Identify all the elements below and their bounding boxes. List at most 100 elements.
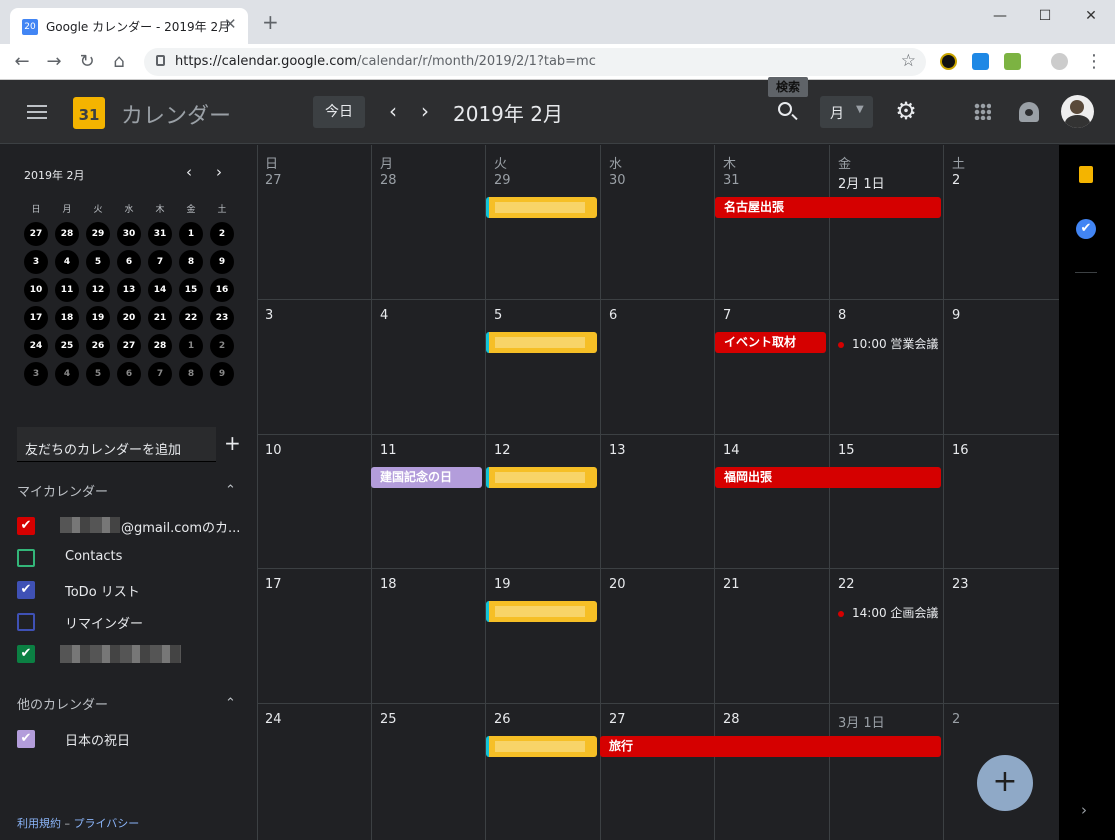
mini-day[interactable]: 4 [55,250,79,274]
day-number[interactable]: 20 [609,577,626,592]
day-number[interactable]: 24 [265,712,282,727]
event-holiday[interactable]: 建国記念の日 [371,467,482,488]
mini-day[interactable]: 21 [148,306,172,330]
day-number[interactable]: 4 [380,308,388,323]
mini-day[interactable]: 6 [117,362,141,386]
extension-evernote-icon[interactable] [1004,53,1021,70]
day-number[interactable]: 28 [380,173,397,188]
chevron-up-icon[interactable]: ⌃ [225,696,236,711]
day-number[interactable]: 3 [265,308,273,323]
mini-day[interactable]: 9 [210,362,234,386]
mini-day[interactable]: 2 [210,222,234,246]
mini-day[interactable]: 9 [210,250,234,274]
terms-link[interactable]: 利用規約 [17,817,61,830]
mini-day[interactable]: 17 [24,306,48,330]
day-number[interactable]: 16 [952,443,969,458]
chevron-up-icon[interactable]: ⌃ [225,483,236,498]
day-number[interactable]: 15 [838,443,855,458]
extension-share-icon[interactable] [972,53,989,70]
create-event-button[interactable]: + [977,755,1033,811]
mini-day[interactable]: 28 [148,334,172,358]
day-number[interactable]: 10 [265,443,282,458]
day-number[interactable]: 2 [952,712,960,727]
mini-day[interactable]: 11 [55,278,79,302]
previous-month-button[interactable]: ‹ [383,99,403,123]
extension-icon[interactable] [940,53,957,70]
browser-menu-icon[interactable]: ⋮ [1082,50,1106,74]
day-number[interactable]: 26 [494,712,511,727]
avatar[interactable] [1061,95,1094,128]
mini-prev-button[interactable]: ‹ [186,163,192,181]
apps-grid-icon[interactable] [974,103,991,120]
day-number[interactable]: 2 [952,173,960,188]
day-number[interactable]: 29 [494,173,511,188]
notification-icon[interactable] [1019,102,1039,122]
mini-day[interactable]: 2 [210,334,234,358]
mini-day[interactable]: 27 [117,334,141,358]
day-number[interactable]: 17 [265,577,282,592]
reload-icon[interactable]: ↻ [75,50,99,74]
mini-day[interactable]: 26 [86,334,110,358]
mini-day[interactable]: 6 [117,250,141,274]
mini-day[interactable]: 25 [55,334,79,358]
mini-day[interactable]: 10 [24,278,48,302]
mini-day[interactable]: 28 [55,222,79,246]
mini-day[interactable]: 27 [24,222,48,246]
calendar-checkbox[interactable]: ✔ [17,645,35,663]
day-number[interactable]: 19 [494,577,511,592]
privacy-link[interactable]: プライバシー [74,817,140,830]
calendar-checkbox[interactable]: ✔ [17,581,35,599]
mini-day[interactable]: 5 [86,362,110,386]
today-button[interactable]: 今日 [313,96,365,128]
redacted-event[interactable] [486,601,597,622]
mini-day[interactable]: 4 [55,362,79,386]
timed-event-planning[interactable]: 14:00 企画会議 [838,604,938,621]
mini-day[interactable]: 3 [24,362,48,386]
calendar-checkbox[interactable]: ✔ [17,730,35,748]
minimize-button[interactable]: — [985,6,1015,26]
event-coverage[interactable]: イベント取材 [715,332,826,353]
mini-next-button[interactable]: › [216,163,222,181]
browser-tab[interactable]: 20 Google カレンダー - 2019年 2月 ✕ [10,8,248,44]
day-number[interactable]: 23 [952,577,969,592]
mini-day[interactable]: 19 [86,306,110,330]
bookmark-star-icon[interactable]: ☆ [901,51,916,71]
search-icon[interactable] [778,102,792,116]
day-number[interactable]: 2月 1日 [838,173,885,192]
redacted-event[interactable] [486,332,597,353]
mini-day[interactable]: 1 [179,222,203,246]
calendar-checkbox[interactable] [17,549,35,567]
mini-day[interactable]: 1 [179,334,203,358]
mini-day[interactable]: 16 [210,278,234,302]
day-number[interactable]: 7 [723,308,731,323]
home-icon[interactable]: ⌂ [107,50,131,74]
mini-day[interactable]: 7 [148,250,172,274]
redacted-event[interactable] [486,467,597,488]
mini-day[interactable]: 24 [24,334,48,358]
other-calendars-title[interactable]: 他のカレンダー [17,694,108,713]
day-number[interactable]: 3月 1日 [838,712,885,731]
event-nagoya[interactable]: 名古屋出張 [715,197,941,218]
url-field[interactable]: https://calendar.google.com/calendar/r/m… [144,48,926,76]
day-number[interactable]: 14 [723,443,740,458]
day-number[interactable]: 18 [380,577,397,592]
redacted-event[interactable] [486,736,597,757]
forward-arrow-icon[interactable]: → [42,50,66,74]
calendar-checkbox[interactable]: ✔ [17,517,35,535]
day-number[interactable]: 27 [265,173,282,188]
mini-day[interactable]: 20 [117,306,141,330]
mini-day[interactable]: 22 [179,306,203,330]
redacted-event[interactable] [486,197,597,218]
event-fukuoka[interactable]: 福岡出張 [715,467,941,488]
mini-day[interactable]: 3 [24,250,48,274]
day-number[interactable]: 9 [952,308,960,323]
mini-day[interactable]: 15 [179,278,203,302]
mini-day[interactable]: 8 [179,362,203,386]
mini-day[interactable]: 5 [86,250,110,274]
profile-avatar-icon[interactable] [1051,53,1068,70]
mini-day[interactable]: 18 [55,306,79,330]
mini-day[interactable]: 23 [210,306,234,330]
mini-day[interactable]: 30 [117,222,141,246]
next-month-button[interactable]: › [415,99,435,123]
mini-day[interactable]: 14 [148,278,172,302]
